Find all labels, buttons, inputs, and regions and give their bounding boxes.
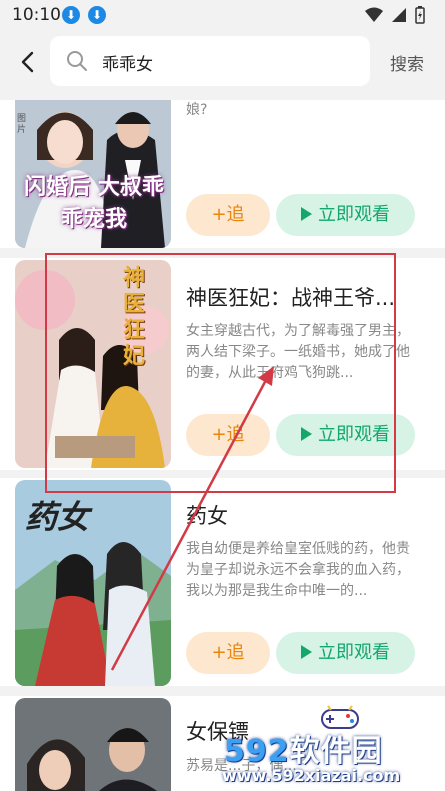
- site-watermark: 592软件园 www.592xiazai.com: [218, 722, 445, 791]
- watermark-url: www.592xiazai.com: [222, 766, 401, 785]
- watermark-number: 592: [224, 734, 290, 769]
- watermark-text: 软件园: [289, 734, 383, 769]
- annotation-arrow: [110, 366, 274, 671]
- watermark-brand: 592软件园: [224, 726, 383, 770]
